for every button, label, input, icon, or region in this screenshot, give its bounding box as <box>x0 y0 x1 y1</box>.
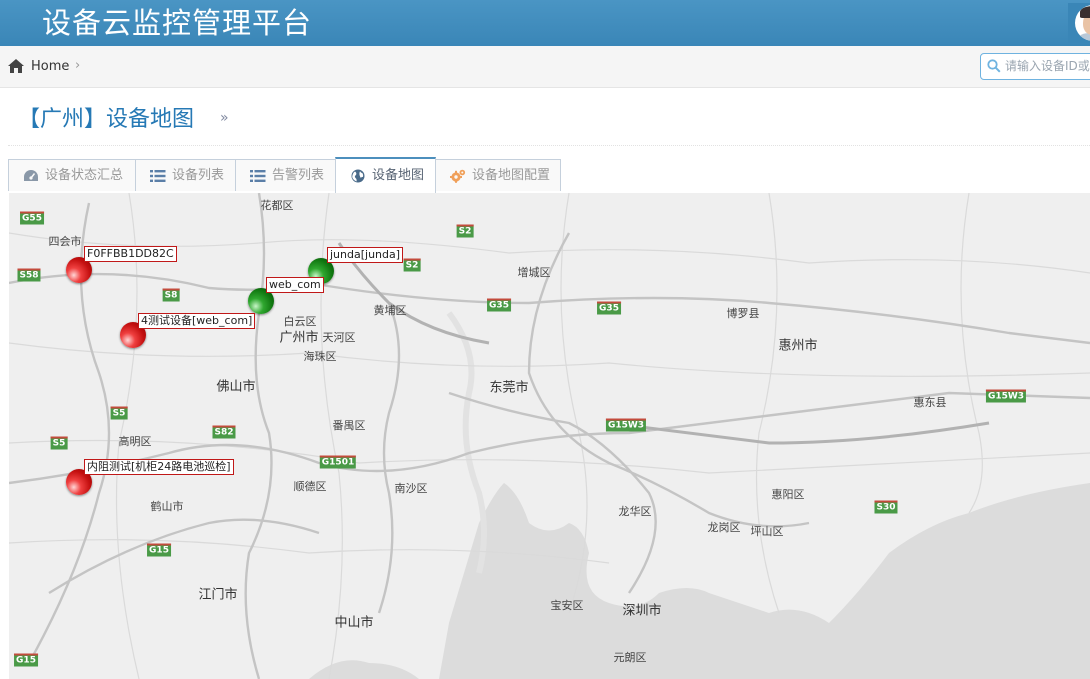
map-place-label: 广州市 <box>279 330 319 346</box>
tab-bar: 设备状态汇总 设备列表 告警列表 设备地图 设备地图配置 <box>8 157 1090 193</box>
map-place-label: 海珠区 <box>303 350 337 363</box>
highway-shield: S5 <box>50 436 68 450</box>
highway-shield: S58 <box>17 268 41 282</box>
map-place-label: 高明区 <box>118 435 152 448</box>
search-icon <box>987 59 1001 73</box>
map-place-label: 天河区 <box>322 331 356 344</box>
tab-device-status-summary[interactable]: 设备状态汇总 <box>8 159 136 191</box>
highway-shield: G15 <box>14 653 38 667</box>
device-map[interactable]: G55 S2 S58 S2 S8 G35 G35 S5 S82 G15W3 G1… <box>9 193 1090 679</box>
highway-shield: G1501 <box>319 455 357 469</box>
tab-device-map-config[interactable]: 设备地图配置 <box>435 159 561 191</box>
device-marker-label[interactable]: F0FFBB1DD82C <box>84 246 177 262</box>
list-icon <box>250 170 266 182</box>
search-box[interactable] <box>980 53 1090 80</box>
device-marker-label[interactable]: 4测试设备[web_com] <box>138 313 256 329</box>
tab-alarm-list[interactable]: 告警列表 <box>235 159 336 191</box>
map-place-label: 东莞市 <box>489 380 529 396</box>
map-place-label: 黄埔区 <box>373 304 407 317</box>
breadcrumb-bar: Home › <box>0 46 1090 88</box>
home-icon <box>8 59 24 73</box>
tab-label: 设备地图配置 <box>472 168 551 183</box>
highway-shield: S30 <box>874 500 898 514</box>
highway-shield: S82 <box>212 425 236 439</box>
map-place-label: 江门市 <box>198 587 238 603</box>
map-place-label: 四会市 <box>48 235 82 248</box>
avatar-image <box>1075 5 1090 41</box>
device-marker-label[interactable]: web_com <box>266 277 324 293</box>
list-icon <box>150 170 166 182</box>
highway-shield: S5 <box>110 406 128 420</box>
highway-shield: S8 <box>162 288 180 302</box>
map-place-label: 佛山市 <box>216 379 256 395</box>
device-marker-label[interactable]: junda[junda] <box>327 247 404 263</box>
map-place-label: 南沙区 <box>394 482 428 495</box>
tachometer-icon <box>24 170 38 181</box>
map-place-label: 宝安区 <box>550 599 584 612</box>
map-place-label: 增城区 <box>517 266 551 279</box>
map-place-label: 龙岗区 <box>707 521 741 534</box>
map-place-label: 惠东县 <box>913 396 947 409</box>
tab-label: 告警列表 <box>272 168 325 183</box>
map-place-label: 鹤山市 <box>150 500 184 513</box>
map-place-label: 中山市 <box>334 615 374 631</box>
user-avatar[interactable] <box>1068 3 1090 43</box>
map-place-label: 深圳市 <box>622 603 662 619</box>
highway-shield: G35 <box>597 301 621 315</box>
device-marker-label[interactable]: 内阻测试[机柜24路电池巡检] <box>84 459 234 475</box>
breadcrumb-home-link[interactable]: Home <box>31 59 69 74</box>
map-place-label: 番禺区 <box>332 419 366 432</box>
breadcrumb-separator: › <box>75 58 81 73</box>
search-input[interactable] <box>1005 55 1090 77</box>
cogs-icon <box>450 169 466 183</box>
map-place-label: 博罗县 <box>726 307 760 320</box>
app-title: 设备云监控管理平台 <box>42 6 313 40</box>
highway-shield: G15W3 <box>605 418 647 432</box>
map-place-label: 龙华区 <box>618 505 652 518</box>
highway-shield: G35 <box>487 298 511 312</box>
tab-device-map[interactable]: 设备地图 <box>335 157 436 193</box>
map-place-label: 花都区 <box>260 199 294 212</box>
map-place-label: 惠州市 <box>778 338 818 354</box>
page-title: 【广州】设备地图 <box>18 107 195 132</box>
tab-label: 设备状态汇总 <box>45 168 124 183</box>
highway-shield: G15 <box>147 543 171 557</box>
tab-label: 设备列表 <box>172 168 225 183</box>
map-place-label: 元朗区 <box>613 651 647 664</box>
map-place-label: 惠阳区 <box>771 488 805 501</box>
map-place-label: 顺德区 <box>293 480 327 493</box>
map-place-label: 坪山区 <box>750 525 784 538</box>
top-navbar: 设备云监控管理平台 <box>0 0 1090 46</box>
highway-shield: S2 <box>456 224 474 238</box>
globe-icon <box>351 169 365 183</box>
header-divider <box>8 145 1090 146</box>
highway-shield: G15W3 <box>985 389 1027 403</box>
tab-label: 设备地图 <box>372 168 425 183</box>
highway-shield: S2 <box>403 258 421 272</box>
page-title-chevron: » <box>220 110 229 126</box>
tab-device-list[interactable]: 设备列表 <box>135 159 236 191</box>
highway-shield: G55 <box>20 211 44 225</box>
